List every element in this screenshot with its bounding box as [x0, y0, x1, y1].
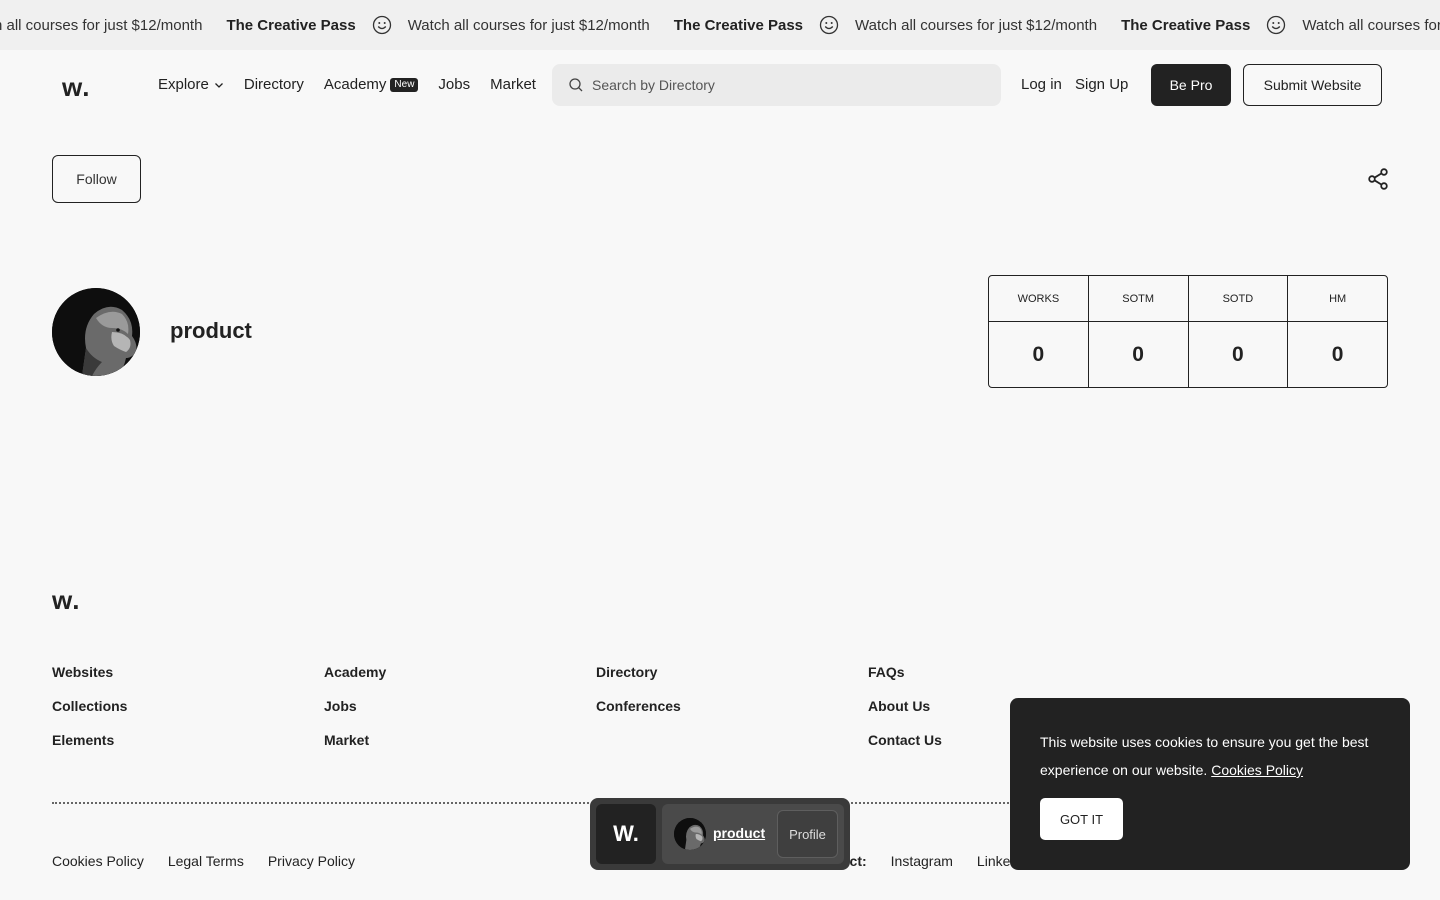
stat-value: 0 [1331, 342, 1344, 366]
smiley-icon [819, 15, 839, 35]
mini-avatar [674, 818, 706, 850]
footer-link-faqs[interactable]: FAQs [868, 662, 942, 696]
search-icon [569, 78, 583, 92]
instagram-link[interactable]: Instagram [891, 853, 953, 869]
footer-link-websites[interactable]: Websites [52, 662, 127, 696]
promo-banner[interactable]: n all courses for just $12/month The Cre… [0, 0, 1440, 50]
profile-avatar [52, 288, 140, 376]
banner-track: n all courses for just $12/month The Cre… [0, 0, 1440, 50]
stat-label: WORKS [989, 276, 1088, 322]
smiley-icon [372, 15, 391, 35]
nav-jobs[interactable]: Jobs [438, 76, 470, 93]
floating-profile-pill: product Profile [662, 804, 844, 864]
lion-image [674, 818, 706, 850]
floating-logo[interactable]: W. [596, 804, 656, 864]
footer-link-jobs[interactable]: Jobs [324, 696, 386, 730]
main-nav: Explore Directory Academy New Jobs Marke… [158, 76, 556, 93]
footer-divider [52, 802, 1012, 804]
privacy-policy-link[interactable]: Privacy Policy [268, 853, 355, 869]
banner-pass-title: The Creative Pass [226, 16, 356, 34]
legal-terms-link[interactable]: Legal Terms [168, 853, 244, 869]
share-icon[interactable] [1366, 167, 1390, 191]
signup-link[interactable]: Sign Up [1075, 76, 1128, 93]
footer-column-3: Directory Conferences [596, 662, 681, 730]
floating-profile-bar: W. product Profile [590, 798, 850, 870]
footer-link-contact[interactable]: Contact Us [868, 730, 942, 764]
footer-link-conferences[interactable]: Conferences [596, 696, 681, 730]
site-logo[interactable]: w. [62, 72, 90, 103]
nav-explore-label: Explore [158, 76, 209, 93]
footer-column-2: Academy Jobs Market [324, 662, 386, 764]
banner-pass-title: The Creative Pass [1121, 16, 1251, 34]
stat-label: HM [1288, 276, 1387, 322]
nav-academy-label: Academy [323, 76, 387, 93]
follow-button[interactable]: Follow [52, 155, 141, 203]
footer-column-1: Websites Collections Elements [52, 662, 127, 764]
lion-image [52, 288, 140, 376]
footer-link-collections[interactable]: Collections [52, 696, 127, 730]
footer-link-about[interactable]: About Us [868, 696, 942, 730]
chevron-down-icon [214, 82, 223, 88]
nav-directory[interactable]: Directory [244, 76, 304, 93]
stat-value: 0 [1232, 342, 1244, 366]
cookies-policy-link[interactable]: Cookies Policy [52, 853, 144, 869]
cookie-text-block: This website uses cookies to ensure you … [1040, 728, 1380, 784]
footer-link-directory[interactable]: Directory [596, 662, 681, 696]
cookie-banner: This website uses cookies to ensure you … [1010, 698, 1410, 870]
banner-pass-title: The Creative Pass [673, 16, 804, 34]
stats-table: WORKS 0 SOTM 0 SOTD 0 HM 0 [988, 275, 1388, 388]
got-it-button[interactable]: GOT IT [1040, 798, 1123, 840]
footer-link-market[interactable]: Market [324, 730, 386, 764]
nav-academy[interactable]: Academy New [324, 76, 419, 93]
banner-message: Watch all courses for just $12/month [407, 16, 650, 34]
footer-link-elements[interactable]: Elements [52, 730, 127, 764]
stat-sotm: SOTM 0 [1088, 276, 1189, 387]
profile-name: product [170, 318, 252, 343]
nav-market[interactable]: Market [490, 76, 536, 93]
stat-value: 0 [1132, 342, 1144, 366]
footer-logo[interactable]: w. [52, 585, 80, 616]
floating-profile-name[interactable]: product [713, 825, 765, 841]
banner-message: n all courses for just $12/month [0, 16, 203, 34]
legal-links: Cookies Policy Legal Terms Privacy Polic… [52, 853, 379, 869]
site-header: w. Explore Directory Academy New Jobs Ma… [0, 50, 1440, 120]
stat-sotd: SOTD 0 [1188, 276, 1289, 387]
search-bar[interactable] [552, 64, 1001, 106]
search-input[interactable] [592, 77, 972, 93]
floating-profile-button[interactable]: Profile [777, 810, 838, 858]
login-link[interactable]: Log in [1021, 76, 1062, 93]
cookies-policy-link[interactable]: Cookies Policy [1211, 762, 1303, 778]
stat-label: SOTM [1088, 276, 1188, 322]
banner-message: Watch all courses for just $12/month [855, 16, 1098, 34]
stat-value: 0 [1032, 342, 1045, 366]
be-pro-button[interactable]: Be Pro [1151, 64, 1231, 106]
cookie-message: This website uses cookies to ensure you … [1040, 734, 1369, 778]
new-badge: New [390, 77, 419, 92]
stat-hm: HM 0 [1288, 276, 1387, 387]
footer-column-4: FAQs About Us Contact Us [868, 662, 942, 764]
stat-label: SOTD [1188, 276, 1288, 322]
footer-link-academy[interactable]: Academy [324, 662, 386, 696]
submit-website-button[interactable]: Submit Website [1243, 64, 1382, 106]
banner-message: Watch all courses for just $12/month [1302, 16, 1440, 34]
stat-works: WORKS 0 [989, 276, 1089, 387]
smiley-icon [1267, 15, 1286, 35]
nav-explore[interactable]: Explore [158, 76, 224, 93]
